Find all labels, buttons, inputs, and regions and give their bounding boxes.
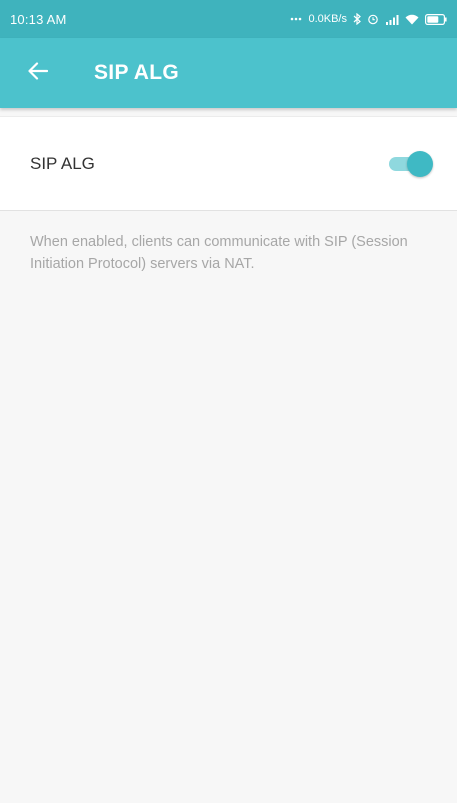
wifi-icon (405, 14, 419, 25)
battery-icon (425, 13, 447, 25)
setting-label: SIP ALG (30, 153, 95, 173)
alarm-icon (367, 13, 379, 25)
toggle-thumb (407, 150, 433, 177)
more-dots-icon (290, 17, 302, 21)
bluetooth-icon (353, 13, 361, 25)
app-bar: SIP ALG (0, 38, 457, 108)
screen: 10:13 AM 0.0KB/s SIP ALG SIP ALG When en… (0, 0, 457, 803)
status-bar: 10:13 AM 0.0KB/s (0, 0, 457, 38)
arrow-left-icon (28, 61, 49, 85)
status-icons: 0.0KB/s (290, 13, 447, 25)
page-title: SIP ALG (94, 61, 179, 84)
description-text: When enabled, clients can communicate wi… (30, 234, 408, 272)
back-button[interactable] (8, 38, 68, 108)
signal-icon (385, 14, 399, 25)
network-speed: 0.0KB/s (308, 13, 347, 25)
status-time: 10:13 AM (10, 11, 67, 27)
content: SIP ALG When enabled, clients can commun… (0, 108, 457, 295)
sip-alg-toggle[interactable] (387, 150, 433, 177)
setting-row-sip-alg: SIP ALG (0, 116, 457, 211)
